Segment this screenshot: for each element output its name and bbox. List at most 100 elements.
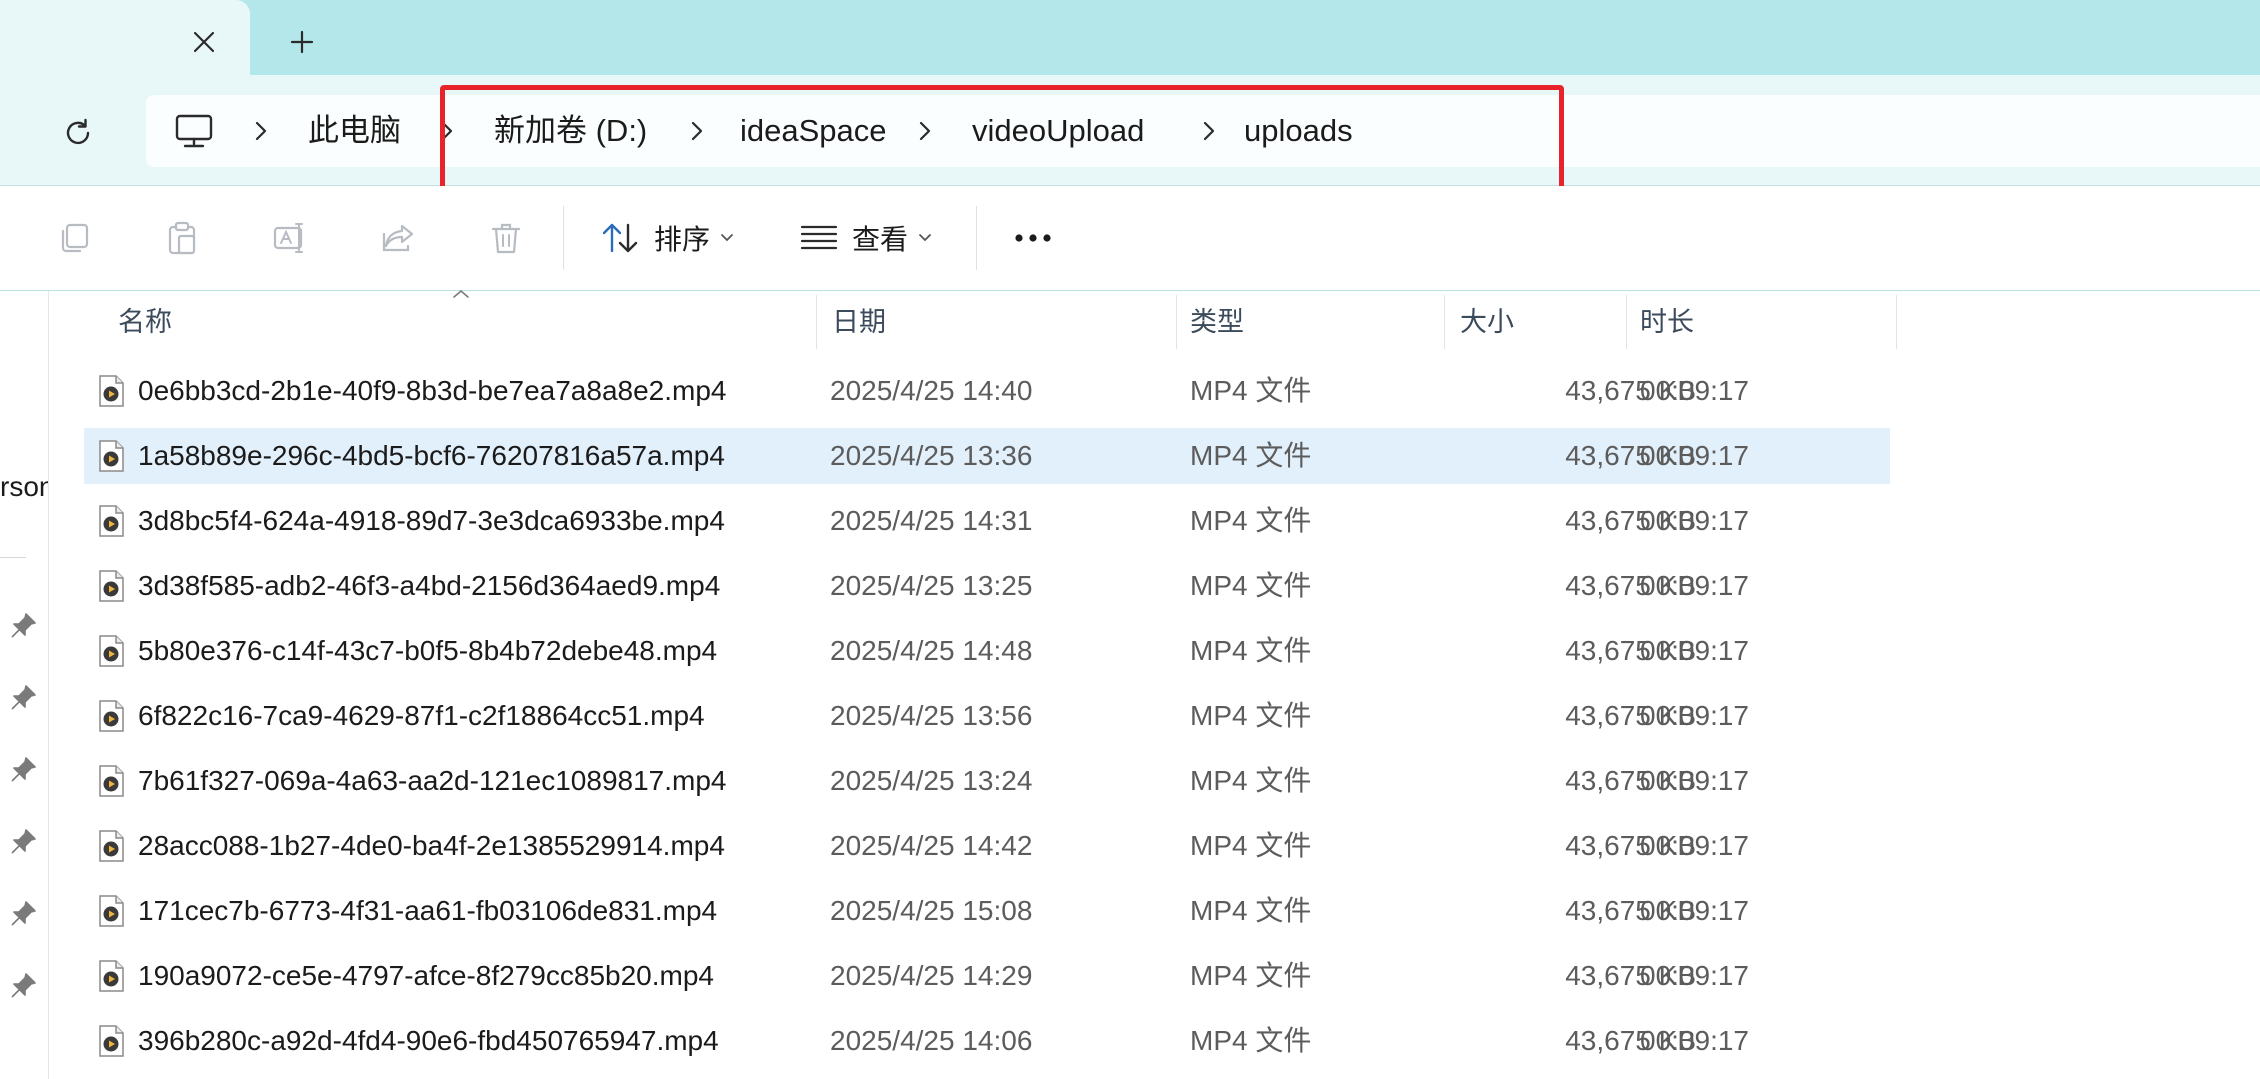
column-header-type[interactable]: 类型	[1190, 291, 1244, 353]
column-header-duration[interactable]: 时长	[1640, 291, 1694, 353]
annotation-highlight-box	[440, 85, 1564, 199]
refresh-button[interactable]	[56, 111, 100, 155]
video-file-icon	[99, 830, 124, 862]
delete-button[interactable]	[486, 218, 526, 258]
column-header-size[interactable]: 大小	[1460, 291, 1514, 353]
file-type: MP4 文件	[1190, 505, 1312, 536]
share-button[interactable]	[378, 218, 418, 258]
file-type: MP4 文件	[1190, 830, 1312, 861]
column-divider[interactable]	[816, 295, 817, 349]
video-file-icon	[99, 375, 124, 407]
more-options-button[interactable]	[1008, 206, 1058, 270]
pin-icon[interactable]	[8, 683, 38, 713]
video-file-icon	[99, 505, 124, 537]
file-duration: 00:09:17	[1640, 700, 1749, 731]
video-file-icon	[99, 960, 124, 992]
file-date: 2025/4/25 13:24	[830, 765, 1033, 796]
view-list-icon	[800, 225, 838, 250]
file-type: MP4 文件	[1190, 700, 1312, 731]
video-file-icon	[99, 1025, 124, 1057]
file-row[interactable]: 396b280c-a92d-4fd4-90e6-fbd450765947.mp4…	[84, 1013, 1890, 1069]
file-duration: 00:09:17	[1640, 830, 1749, 861]
chevron-right-icon[interactable]	[248, 95, 274, 167]
more-icon	[1015, 234, 1051, 242]
file-type: MP4 文件	[1190, 635, 1312, 666]
file-row[interactable]: 3d8bc5f4-624a-4918-89d7-3e3dca6933be.mp4…	[84, 493, 1890, 549]
file-duration: 00:09:17	[1640, 570, 1749, 601]
file-row[interactable]: 1a58b89e-296c-4bd5-bcf6-76207816a57a.mp4…	[84, 428, 1890, 484]
column-divider[interactable]	[1626, 295, 1627, 349]
file-date: 2025/4/25 14:48	[830, 635, 1033, 666]
file-type: MP4 文件	[1190, 440, 1312, 471]
file-name: 1a58b89e-296c-4bd5-bcf6-76207816a57a.mp4	[138, 440, 725, 471]
file-row[interactable]: 7b61f327-069a-4a63-aa2d-121ec1089817.mp4…	[84, 753, 1890, 809]
file-type: MP4 文件	[1190, 895, 1312, 926]
column-header-row: 名称 日期 类型 大小 时长	[48, 291, 1898, 353]
file-row[interactable]: 5b80e376-c14f-43c7-b0f5-8b4b72debe48.mp4…	[84, 623, 1890, 679]
file-name: 396b280c-a92d-4fd4-90e6-fbd450765947.mp4	[138, 1025, 719, 1056]
file-row[interactable]: 171cec7b-6773-4f31-aa61-fb03106de831.mp4…	[84, 883, 1890, 939]
sort-button[interactable]: 排序	[600, 206, 734, 270]
video-file-icon	[99, 700, 124, 732]
file-duration: 00:09:17	[1640, 505, 1749, 536]
plus-icon	[290, 30, 314, 54]
file-duration: 00:09:17	[1640, 895, 1749, 926]
file-date: 2025/4/25 13:36	[830, 440, 1033, 471]
file-date: 2025/4/25 14:40	[830, 375, 1033, 406]
pin-icon[interactable]	[8, 971, 38, 1001]
close-icon	[193, 31, 215, 53]
file-date: 2025/4/25 13:56	[830, 700, 1033, 731]
view-button[interactable]: 查看	[800, 206, 932, 270]
pin-icon[interactable]	[8, 755, 38, 785]
video-file-icon	[99, 570, 124, 602]
active-tab[interactable]	[0, 0, 250, 75]
share-icon	[382, 224, 414, 252]
rename-button[interactable]	[270, 218, 310, 258]
file-name: 190a9072-ce5e-4797-afce-8f279cc85b20.mp4	[138, 960, 714, 991]
file-name: 28acc088-1b27-4de0-ba4f-2e1385529914.mp4	[138, 830, 725, 861]
file-duration: 00:09:17	[1640, 375, 1749, 406]
file-date: 2025/4/25 15:08	[830, 895, 1033, 926]
file-name: 0e6bb3cd-2b1e-40f9-8b3d-be7ea7a8a8e2.mp4	[138, 375, 727, 406]
toolbar-divider	[563, 206, 564, 270]
file-row[interactable]: 6f822c16-7ca9-4629-87f1-c2f18864cc51.mp4…	[84, 688, 1890, 744]
file-row[interactable]: 190a9072-ce5e-4797-afce-8f279cc85b20.mp4…	[84, 948, 1890, 1004]
close-tab-button[interactable]	[184, 22, 224, 62]
rename-icon	[273, 223, 303, 253]
new-tab-button[interactable]	[282, 22, 322, 62]
column-divider[interactable]	[1176, 295, 1177, 349]
pin-icon[interactable]	[8, 611, 38, 641]
pin-icon[interactable]	[8, 827, 38, 857]
file-type: MP4 文件	[1190, 765, 1312, 796]
file-row[interactable]: 3d38f585-adb2-46f3-a4bd-2156d364aed9.mp4…	[84, 558, 1890, 614]
file-row[interactable]: 0e6bb3cd-2b1e-40f9-8b3d-be7ea7a8a8e2.mp4…	[84, 363, 1890, 419]
column-header-name[interactable]: 名称	[118, 291, 172, 353]
file-type: MP4 文件	[1190, 570, 1312, 601]
file-date: 2025/4/25 14:06	[830, 1025, 1033, 1056]
column-divider[interactable]	[1896, 295, 1897, 349]
breadcrumb-item-this-pc[interactable]: 此电脑	[308, 95, 401, 167]
view-label: 查看	[852, 224, 909, 255]
file-name: 6f822c16-7ca9-4629-87f1-c2f18864cc51.mp4	[138, 700, 705, 731]
file-date: 2025/4/25 13:25	[830, 570, 1033, 601]
computer-icon[interactable]	[174, 113, 214, 151]
file-name: 5b80e376-c14f-43c7-b0f5-8b4b72debe48.mp4	[138, 635, 718, 666]
file-name: 3d38f585-adb2-46f3-a4bd-2156d364aed9.mp4	[138, 570, 721, 601]
nav-item-label: rson	[0, 471, 48, 502]
file-type: MP4 文件	[1190, 960, 1312, 991]
nav-item-partial[interactable]: rson	[0, 471, 48, 503]
copy-button[interactable]	[54, 218, 94, 258]
file-name: 7b61f327-069a-4a63-aa2d-121ec1089817.mp4	[138, 765, 727, 796]
column-header-date[interactable]: 日期	[832, 291, 886, 353]
file-duration: 00:09:17	[1640, 960, 1749, 991]
file-row[interactable]: 28acc088-1b27-4de0-ba4f-2e1385529914.mp4…	[84, 818, 1890, 874]
file-duration: 00:09:17	[1640, 440, 1749, 471]
sort-icon	[602, 223, 638, 253]
file-name: 171cec7b-6773-4f31-aa61-fb03106de831.mp4	[138, 895, 718, 926]
file-date: 2025/4/25 14:31	[830, 505, 1033, 536]
column-divider[interactable]	[1444, 295, 1445, 349]
paste-button[interactable]	[162, 218, 202, 258]
pin-icon[interactable]	[8, 899, 38, 929]
file-type: MP4 文件	[1190, 375, 1312, 406]
command-bar: 排序 查看	[0, 186, 2260, 291]
